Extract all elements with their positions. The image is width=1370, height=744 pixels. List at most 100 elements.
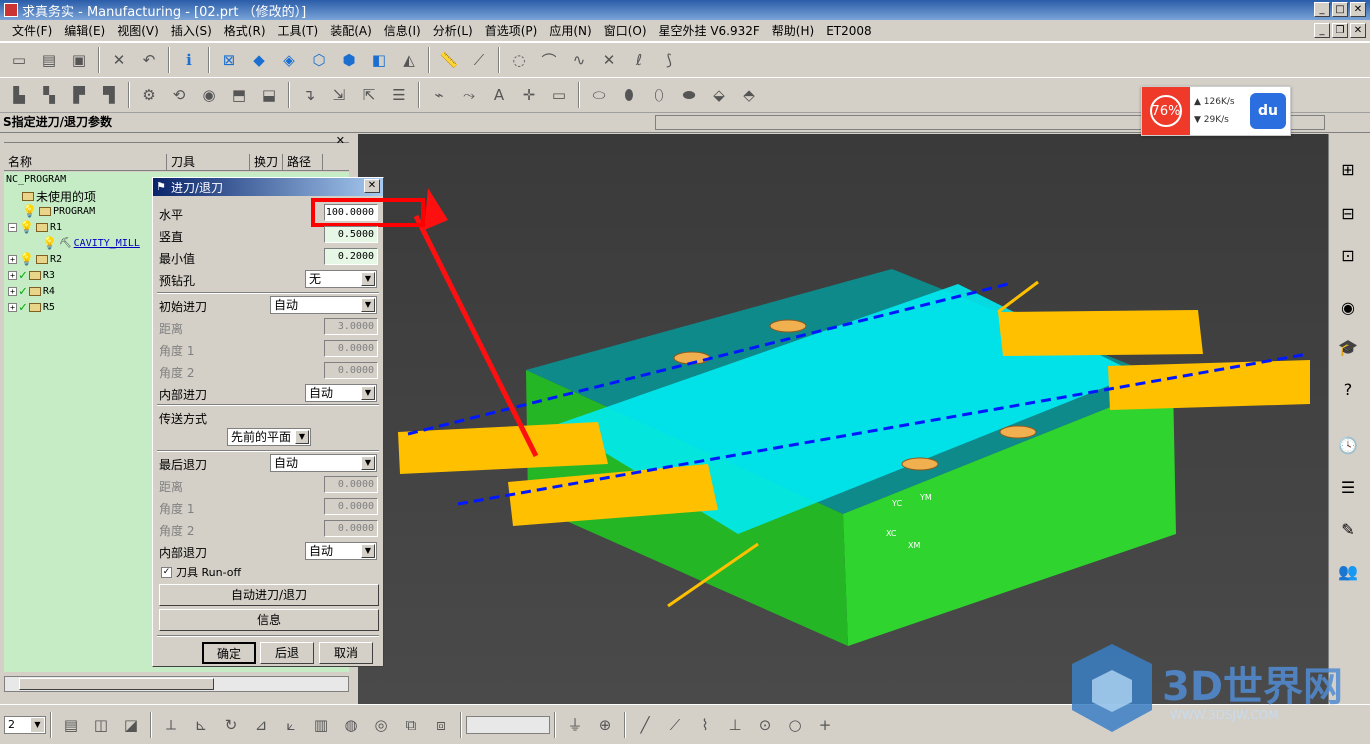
final-retract-select[interactable]: 自动 ▼ xyxy=(270,454,377,472)
internal-engage-select[interactable]: 自动 ▼ xyxy=(305,384,377,402)
tree-item[interactable]: − 💡 R1 xyxy=(8,220,62,234)
surface5-icon[interactable]: ⬙ xyxy=(706,82,732,108)
curve3-icon[interactable]: ∿ xyxy=(566,47,592,73)
mfg-post-icon[interactable]: ⬒ xyxy=(226,82,252,108)
mfg-verify-icon[interactable]: ◉ xyxy=(196,82,222,108)
mfg-create-tool-icon[interactable]: ▚ xyxy=(36,82,62,108)
point-plus-icon[interactable]: + xyxy=(812,712,838,738)
vertical-input[interactable]: 0.5000 xyxy=(324,226,378,243)
expand-icon[interactable]: + xyxy=(8,287,17,296)
minimize-button[interactable]: _ xyxy=(1314,2,1330,17)
sketch-icon[interactable]: ⌁ xyxy=(426,82,452,108)
menu-tools[interactable]: 工具(T) xyxy=(272,22,325,39)
hidden-edges-icon[interactable]: ⬢ xyxy=(336,47,362,73)
wcs-set-icon[interactable]: ⟀ xyxy=(278,712,304,738)
menu-info[interactable]: 信息(I) xyxy=(378,22,427,39)
expand-icon[interactable]: + xyxy=(8,271,17,280)
navigator-close-icon[interactable]: ✕ xyxy=(336,134,345,147)
text-icon[interactable]: A xyxy=(486,82,512,108)
layer-visible-icon[interactable]: ◫ xyxy=(88,712,114,738)
col-toolchange[interactable]: 换刀 xyxy=(250,154,283,170)
close-button[interactable]: ✕ xyxy=(1350,2,1366,17)
expand-icon[interactable]: + xyxy=(8,254,17,264)
curve5-icon[interactable]: ℓ xyxy=(626,47,652,73)
dialog-title-bar[interactable]: ⚑ 进刀/退刀 ✕ xyxy=(153,178,383,196)
mfg-generate-icon[interactable]: ⚙ xyxy=(136,82,162,108)
tree-item[interactable]: + 💡 R2 xyxy=(8,252,62,266)
training-icon[interactable]: 🎓 xyxy=(1333,332,1363,362)
show-hide-icon[interactable]: ⧉ xyxy=(398,712,424,738)
curve4-icon[interactable]: ✕ xyxy=(596,47,622,73)
surface3-icon[interactable]: ⬯ xyxy=(646,82,672,108)
tree-item[interactable]: NC_PROGRAM xyxy=(6,174,66,185)
runoff-checkbox[interactable]: ✓ xyxy=(161,566,172,578)
part-nav-icon[interactable]: ⊟ xyxy=(1333,198,1363,228)
layer-move-icon[interactable]: ◪ xyxy=(118,712,144,738)
info-button[interactable]: 信息 xyxy=(159,609,379,631)
network-widget[interactable]: 76% ▲ 126K/s ▼ 29K/s du xyxy=(1141,86,1291,136)
surface4-icon[interactable]: ⬬ xyxy=(676,82,702,108)
graphics-viewport[interactable]: YC YM XC XM xyxy=(358,134,1328,704)
selection-filter-select[interactable] xyxy=(466,715,550,734)
mfg-tool-path-icon[interactable]: ↴ xyxy=(296,82,322,108)
layer-settings-icon[interactable]: ▤ xyxy=(58,712,84,738)
wireframe-icon[interactable]: ⬡ xyxy=(306,47,332,73)
circle2-icon[interactable]: ○ xyxy=(782,712,808,738)
menu-insert[interactable]: 插入(S) xyxy=(165,22,218,39)
wcs-orient-icon[interactable]: ⊿ xyxy=(248,712,274,738)
surface2-icon[interactable]: ⬮ xyxy=(616,82,642,108)
mfg-create-program-icon[interactable]: ▙ xyxy=(6,82,32,108)
menu-analysis[interactable]: 分析(L) xyxy=(427,22,479,39)
predrill-select[interactable]: 无 ▼ xyxy=(305,270,377,288)
color-icon[interactable]: ◍ xyxy=(338,712,364,738)
initial-engage-select[interactable]: 自动 ▼ xyxy=(270,296,377,314)
wcs-dynamic-icon[interactable]: ⊾ xyxy=(188,712,214,738)
new-icon[interactable]: ▭ xyxy=(6,47,32,73)
open-icon[interactable]: ▤ xyxy=(36,47,62,73)
analysis-icon[interactable]: ⟋ xyxy=(466,47,492,73)
back-button[interactable]: 后退 xyxy=(260,642,314,664)
col-name[interactable]: 名称 xyxy=(4,154,167,170)
min-input[interactable]: 0.2000 xyxy=(324,248,378,265)
col-path[interactable]: 路径 xyxy=(283,154,323,170)
web-browser-icon[interactable]: ◉ xyxy=(1333,292,1363,322)
doc-restore-button[interactable]: ❐ xyxy=(1332,23,1348,38)
iso-view-icon[interactable]: ◈ xyxy=(276,47,302,73)
arc-icon[interactable]: ⌇ xyxy=(692,712,718,738)
rectangle-icon[interactable]: ▭ xyxy=(546,82,572,108)
wcs-save-icon[interactable]: ▥ xyxy=(308,712,334,738)
menu-application[interactable]: 应用(N) xyxy=(543,22,597,39)
wcs-rotate-icon[interactable]: ↻ xyxy=(218,712,244,738)
collapse-icon[interactable]: − xyxy=(8,222,17,232)
menu-et2008[interactable]: ET2008 xyxy=(820,24,877,38)
info-icon[interactable]: ℹ xyxy=(176,47,202,73)
fit-view-icon[interactable]: ⊠ xyxy=(216,47,242,73)
menu-assembly[interactable]: 装配(A) xyxy=(324,22,378,39)
system-materials-icon[interactable]: ☰ xyxy=(1333,472,1363,502)
tree-item[interactable]: 💡 PROGRAM xyxy=(22,204,95,218)
tree-item[interactable]: + ✓ R4 xyxy=(8,284,55,299)
wcs-origin-icon[interactable]: ⟂ xyxy=(158,712,184,738)
layer-select[interactable]: 2 ▼ xyxy=(4,715,46,734)
point-icon[interactable]: ✛ xyxy=(516,82,542,108)
scroll-thumb[interactable] xyxy=(19,678,214,690)
tree-item[interactable]: 未使用的项 xyxy=(22,188,96,205)
tangent-icon[interactable]: ⊥ xyxy=(722,712,748,738)
curve2-icon[interactable]: ⌒ xyxy=(536,47,562,73)
tree-item[interactable]: + ✓ R3 xyxy=(8,268,55,283)
spline-icon[interactable]: ⤳ xyxy=(456,82,482,108)
circle-icon[interactable]: ⊙ xyxy=(752,712,778,738)
mfg-create-method-icon[interactable]: ▜ xyxy=(96,82,122,108)
col-tool[interactable]: 刀具 xyxy=(167,154,250,170)
doc-minimize-button[interactable]: _ xyxy=(1314,23,1330,38)
menu-format[interactable]: 格式(R) xyxy=(218,22,272,39)
snap-icon[interactable]: ⊕ xyxy=(592,712,618,738)
dialog-close-button[interactable]: ✕ xyxy=(364,179,380,193)
auto-engage-button[interactable]: 自动进刀/退刀 xyxy=(159,584,379,606)
transfer-select[interactable]: 先前的平面 ▼ xyxy=(227,428,311,446)
maximize-button[interactable]: □ xyxy=(1332,2,1348,17)
runoff-checkbox-row[interactable]: ✓ 刀具 Run-off xyxy=(161,564,241,580)
line-icon[interactable]: ╱ xyxy=(632,712,658,738)
mfg-display-icon[interactable]: ⇱ xyxy=(356,82,382,108)
help-icon[interactable]: ? xyxy=(1333,374,1363,404)
